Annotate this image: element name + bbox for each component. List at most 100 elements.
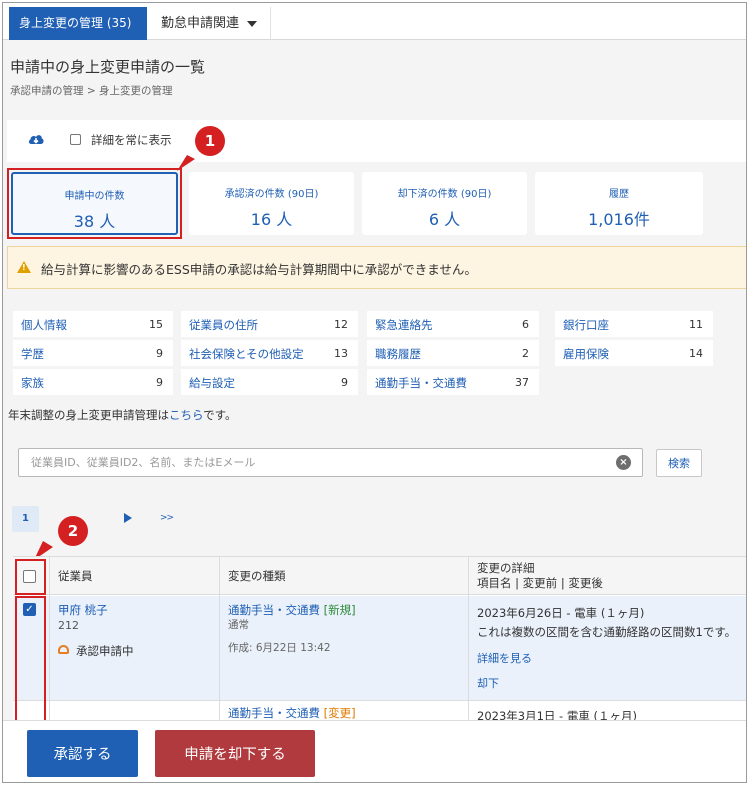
annotation-badge-1: 1 [195, 126, 225, 156]
change-subtype: 通常 [228, 619, 249, 631]
change-type: 通勤手当・交通費 [新規] [228, 602, 356, 618]
stat-card-history[interactable]: 履歴 1,016件 [535, 172, 703, 235]
next-page-icon[interactable] [124, 513, 132, 523]
category-count: 37 [515, 376, 529, 389]
breadcrumb: 承認申請の管理 > 身上変更の管理 [10, 85, 173, 97]
category-count: 9 [341, 376, 348, 389]
header-employee: 従業員 [58, 569, 93, 583]
category-employment-insurance[interactable]: 雇用保険 14 [555, 340, 713, 366]
reject-link[interactable]: 却下 [477, 675, 499, 691]
page-title: 申請中の身上変更申請の一覧 [10, 58, 206, 76]
select-all-checkbox[interactable] [23, 570, 36, 583]
employee-name-link[interactable]: 甲府 桃子 [58, 602, 108, 618]
last-page-icon[interactable]: >> [160, 513, 174, 523]
table-header [13, 556, 746, 595]
tab-attendance-requests[interactable]: 勤怠申請関連 [155, 7, 271, 40]
category-count: 13 [334, 347, 348, 360]
stat-label: 却下済の件数 (90日) [397, 189, 492, 200]
show-details-checkbox[interactable] [70, 134, 81, 145]
change-type-link[interactable]: 通勤手当・交通費 [228, 706, 320, 720]
column-divider [49, 556, 50, 721]
tab-label: 勤怠申請関連 [161, 16, 240, 31]
stat-card-approved[interactable]: 承認済の件数 (90日) 16 人 [189, 172, 354, 235]
column-divider [219, 556, 220, 721]
category-name: 緊急連絡先 [375, 318, 433, 332]
approve-button[interactable]: 承認する [27, 730, 138, 777]
annotation-badge-2: 2 [58, 516, 88, 546]
category-name: 社会保険とその他設定 [189, 347, 304, 361]
clear-icon[interactable]: × [616, 455, 631, 470]
detail-line-1: 2023年6月26日 - 電車 (１ヶ月) [477, 606, 645, 620]
show-details-label: 詳細を常に表示 [91, 133, 172, 147]
row-divider [13, 700, 746, 701]
stat-value: 38 人 [73, 212, 116, 231]
stat-card-pending[interactable]: 申請中の件数 38 人 [11, 172, 178, 235]
pagination-current-page[interactable]: 1 [12, 506, 39, 532]
year-end-link[interactable]: こちら [169, 408, 203, 422]
category-name: 学歴 [21, 347, 44, 361]
year-end-suffix: です。 [203, 408, 237, 422]
header-change-details-sub: 項目名 | 変更前 | 変更後 [477, 576, 603, 590]
change-type-link[interactable]: 通勤手当・交通費 [228, 603, 320, 617]
category-name: 個人情報 [21, 318, 67, 332]
category-bank-account[interactable]: 銀行口座 11 [555, 311, 713, 337]
pending-status-icon [58, 645, 69, 654]
tab-count: (35) [106, 16, 132, 30]
stat-label: 申請中の件数 [64, 191, 125, 202]
change-type: 通勤手当・交通費 [変更] [228, 705, 356, 721]
tab-label: 身上変更の管理 [19, 16, 104, 30]
row-checkbox[interactable]: ✓ [23, 603, 36, 616]
category-count: 11 [689, 318, 703, 331]
category-address[interactable]: 従業員の住所 12 [181, 311, 358, 337]
view-details-link[interactable]: 詳細を見る [477, 650, 532, 666]
category-count: 2 [522, 347, 529, 360]
warning-icon-mark: ! [22, 263, 26, 272]
stat-value: 6 人 [428, 210, 461, 229]
header-change-details: 変更の詳細 [477, 561, 535, 575]
chevron-down-icon [247, 20, 258, 27]
category-count: 15 [149, 318, 163, 331]
category-count: 12 [334, 318, 348, 331]
change-type-tag: [新規] [323, 603, 356, 617]
status-text: 承認申請中 [76, 644, 134, 658]
category-education[interactable]: 学歴 9 [13, 340, 173, 366]
year-end-note: 年末調整の身上変更申請管理はこちらです。 [8, 407, 237, 423]
stat-card-rejected[interactable]: 却下済の件数 (90日) 6 人 [362, 172, 527, 235]
category-commute-allowance[interactable]: 通勤手当・交通費 37 [367, 369, 539, 395]
year-end-prefix: 年末調整の身上変更申請管理は [8, 408, 169, 422]
stat-label: 履歴 [609, 189, 629, 200]
column-divider [468, 556, 469, 721]
search-input[interactable] [18, 448, 643, 477]
employee-id: 212 [58, 619, 79, 632]
category-count: 9 [156, 347, 163, 360]
category-count: 14 [689, 347, 703, 360]
category-count: 9 [156, 376, 163, 389]
category-name: 銀行口座 [563, 318, 609, 332]
category-name: 給与設定 [189, 376, 235, 390]
category-personal-info[interactable]: 個人情報 15 [13, 311, 173, 337]
header-change-type: 変更の種類 [228, 569, 286, 583]
category-count: 6 [522, 318, 529, 331]
category-name: 従業員の住所 [189, 318, 258, 332]
stat-value: 1,016件 [588, 210, 650, 229]
created-time: 作成: 6月22日 13:42 [228, 642, 331, 654]
category-name: 雇用保険 [563, 347, 609, 361]
change-type-tag: [変更] [323, 706, 356, 720]
category-emergency-contact[interactable]: 緊急連絡先 6 [367, 311, 539, 337]
category-payroll-settings[interactable]: 給与設定 9 [181, 369, 358, 395]
cloud-download-icon[interactable] [27, 130, 45, 148]
category-social-insurance[interactable]: 社会保険とその他設定 13 [181, 340, 358, 366]
category-family[interactable]: 家族 9 [13, 369, 173, 395]
warning-text: 給与計算に影響のあるESS申請の承認は給与計算期間中に承認ができません。 [41, 262, 477, 277]
reject-request-button[interactable]: 申請を却下する [155, 730, 315, 777]
category-name: 職務履歴 [375, 347, 421, 361]
search-button[interactable]: 検索 [656, 449, 702, 477]
detail-line-2: これは複数の区間を含む通勤経路の区間数1です。 [477, 625, 737, 639]
app-frame: 身上変更の管理 (35) 勤怠申請関連 申請中の身上変更申請の一覧 承認申請の管… [2, 2, 747, 783]
stat-value: 16 人 [250, 210, 293, 229]
tab-profile-change-management[interactable]: 身上変更の管理 (35) [9, 7, 147, 40]
stat-label: 承認済の件数 (90日) [224, 189, 319, 200]
category-name: 家族 [21, 376, 44, 390]
category-name: 通勤手当・交通費 [375, 376, 467, 390]
category-work-history[interactable]: 職務履歴 2 [367, 340, 539, 366]
